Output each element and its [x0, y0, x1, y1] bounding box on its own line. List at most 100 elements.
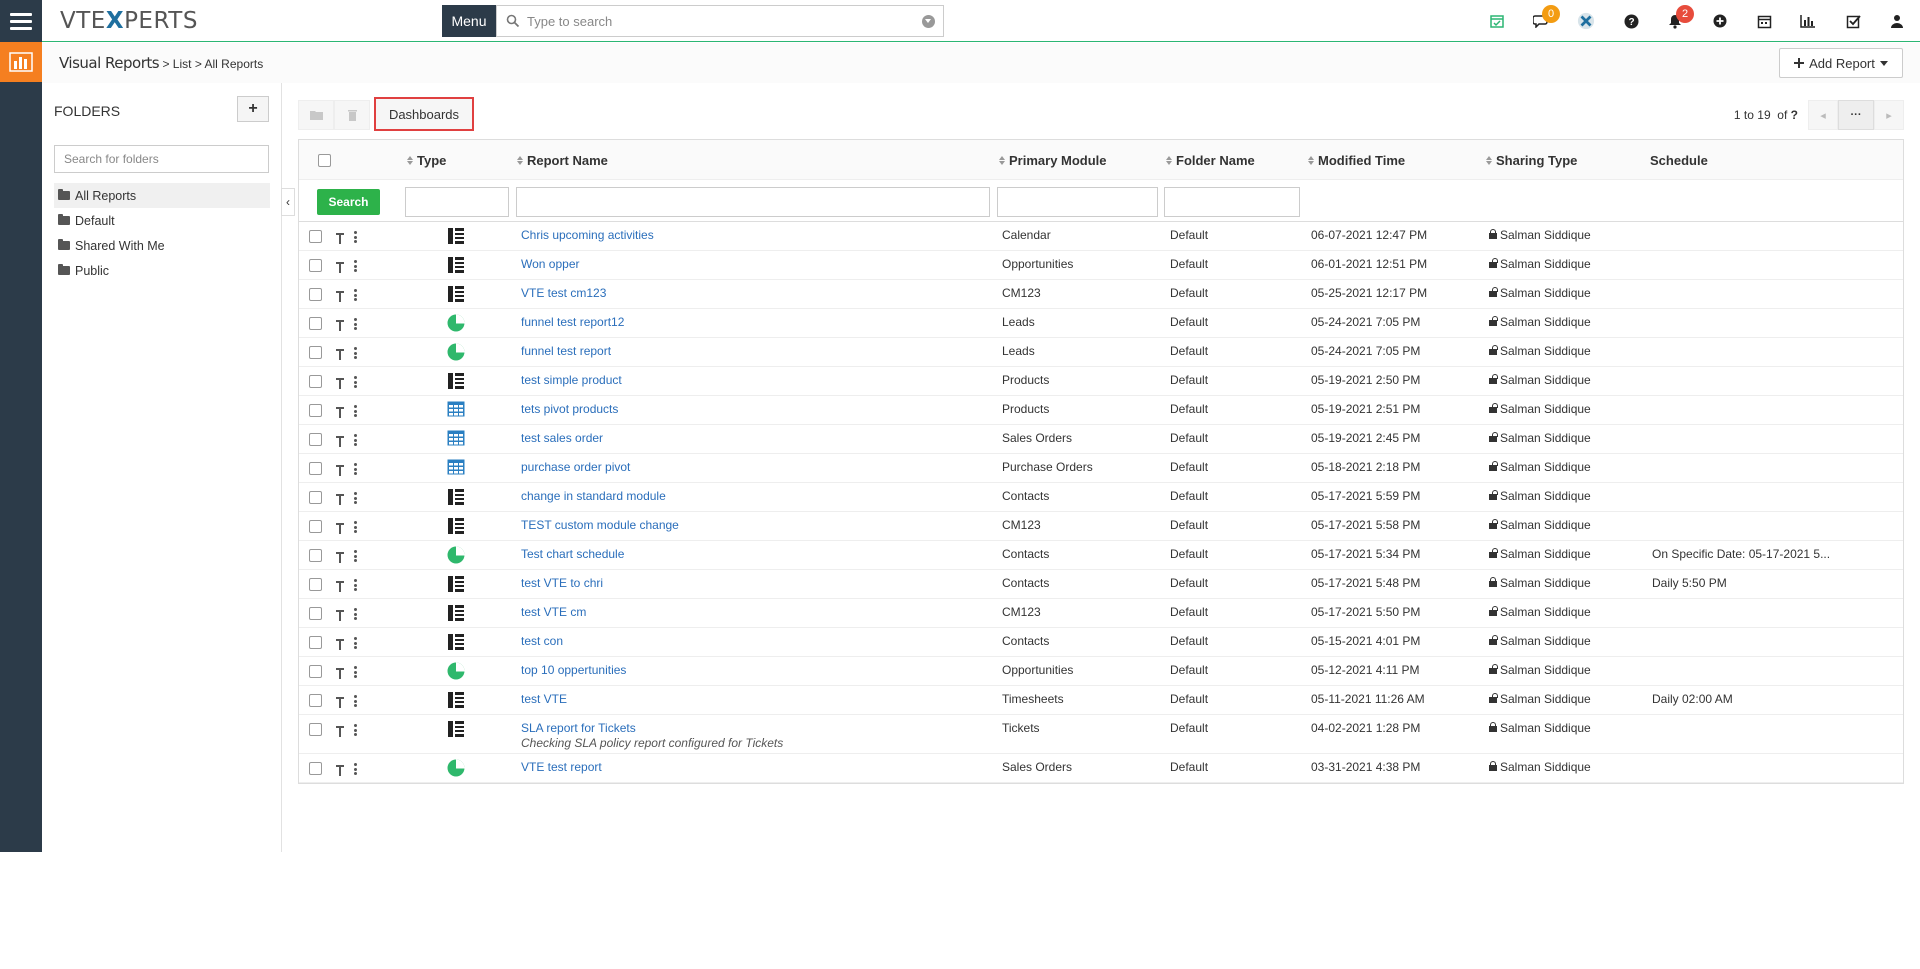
more-actions-icon[interactable]: [354, 608, 357, 620]
table-row[interactable]: test con Contacts Default 05-15-2021 4:01 P…: [299, 628, 1903, 657]
collapse-sidebar-chevron-left-icon[interactable]: ‹: [281, 188, 295, 216]
search-options-dropdown-icon[interactable]: [922, 15, 935, 28]
add-report-button[interactable]: Add Report: [1779, 48, 1903, 78]
report-name-link[interactable]: TEST custom module change: [521, 518, 679, 532]
report-name-link[interactable]: purchase order pivot: [521, 460, 630, 474]
user-profile-icon[interactable]: [1888, 12, 1906, 30]
primary-module-filter-input[interactable]: [997, 187, 1158, 217]
vtexperts-x-icon[interactable]: [1577, 12, 1595, 30]
row-checkbox[interactable]: [309, 549, 322, 562]
type-filter-input[interactable]: [405, 187, 509, 217]
notification-bell-icon[interactable]: 2: [1666, 5, 1694, 30]
table-row[interactable]: Test chart schedule Contacts Default 05-17-…: [299, 541, 1903, 570]
more-actions-icon[interactable]: [354, 550, 357, 562]
row-checkbox[interactable]: [309, 520, 322, 533]
table-row[interactable]: funnel test report Leads Default 05-24-2021…: [299, 338, 1903, 367]
report-name-link[interactable]: test VTE: [521, 692, 567, 706]
reports-chart-icon[interactable]: [1799, 12, 1817, 30]
table-row[interactable]: tets pivot products Products Default 05-19-…: [299, 396, 1903, 425]
report-name-cell[interactable]: change in standard module: [521, 489, 666, 503]
tasks-checkbox-icon[interactable]: [1844, 12, 1862, 30]
row-checkbox[interactable]: [309, 375, 322, 388]
report-name-cell[interactable]: funnel test report: [521, 344, 611, 358]
column-header-report-name[interactable]: Report Name: [517, 153, 608, 168]
report-name-link[interactable]: funnel test report12: [521, 315, 624, 329]
pin-icon[interactable]: [335, 405, 345, 419]
report-name-link[interactable]: VTE test cm123: [521, 286, 606, 300]
report-name-link[interactable]: test VTE cm: [521, 605, 586, 619]
row-checkbox[interactable]: [309, 578, 322, 591]
table-row[interactable]: purchase order pivot Purchase Orders Defau…: [299, 454, 1903, 483]
more-actions-icon[interactable]: [354, 318, 357, 330]
pin-icon[interactable]: [335, 318, 345, 332]
table-row[interactable]: top 10 oppertunities Opportunities Default…: [299, 657, 1903, 686]
report-name-cell[interactable]: TEST custom module change: [521, 518, 679, 532]
column-header-modified-time[interactable]: Modified Time: [1308, 153, 1405, 168]
report-name-link[interactable]: test sales order: [521, 431, 603, 445]
report-name-cell[interactable]: test con: [521, 634, 563, 648]
report-name-link[interactable]: test VTE to chri: [521, 576, 603, 590]
row-checkbox[interactable]: [309, 491, 322, 504]
report-name-link[interactable]: SLA report for Tickets: [521, 721, 636, 735]
report-name-filter-input[interactable]: [516, 187, 990, 217]
row-checkbox[interactable]: [309, 607, 322, 620]
more-actions-icon[interactable]: [354, 463, 357, 475]
table-row[interactable]: test sales order Sales Orders Default 05-19…: [299, 425, 1903, 454]
report-name-cell[interactable]: Test chart schedule: [521, 547, 624, 561]
pin-icon[interactable]: [335, 289, 345, 303]
more-actions-icon[interactable]: [354, 434, 357, 446]
quick-create-plus-icon[interactable]: [1711, 12, 1729, 30]
report-name-link[interactable]: change in standard module: [521, 489, 666, 503]
pin-icon[interactable]: [335, 260, 345, 274]
help-icon[interactable]: ?: [1622, 12, 1640, 30]
hamburger-menu-icon[interactable]: [0, 0, 42, 42]
column-header-sharing-type[interactable]: Sharing Type: [1486, 153, 1577, 168]
next-page-icon[interactable]: ▸: [1874, 100, 1904, 130]
page-jump-more-button[interactable]: ···: [1838, 100, 1874, 130]
report-name-link[interactable]: test simple product: [521, 373, 622, 387]
report-name-cell[interactable]: Chris upcoming activities: [521, 228, 654, 242]
calendar-icon[interactable]: [1755, 12, 1773, 30]
delete-trash-icon[interactable]: [334, 100, 370, 130]
table-row[interactable]: Chris upcoming activities Calendar Default…: [299, 222, 1903, 251]
move-folder-icon[interactable]: [298, 100, 334, 130]
more-actions-icon[interactable]: [354, 637, 357, 649]
breadcrumb-list[interactable]: List: [173, 57, 192, 71]
table-row[interactable]: funnel test report12 Leads Default 05-24-20…: [299, 309, 1903, 338]
column-header-type[interactable]: Type: [407, 153, 446, 168]
report-name-link[interactable]: test con: [521, 634, 563, 648]
folder-item-all-reports[interactable]: All Reports: [54, 183, 270, 208]
report-name-cell[interactable]: test simple product: [521, 373, 622, 387]
report-name-link[interactable]: Test chart schedule: [521, 547, 624, 561]
report-name-cell[interactable]: VTE test report: [521, 760, 602, 774]
pin-icon[interactable]: [335, 434, 345, 448]
add-folder-button[interactable]: +: [237, 96, 269, 122]
report-name-cell[interactable]: top 10 oppertunities: [521, 663, 626, 677]
more-actions-icon[interactable]: [354, 724, 357, 736]
pin-icon[interactable]: [335, 376, 345, 390]
row-checkbox[interactable]: [309, 259, 322, 272]
dashboards-button[interactable]: Dashboards: [374, 97, 474, 131]
report-name-cell[interactable]: SLA report for Tickets Checking SLA polic…: [521, 721, 783, 750]
row-checkbox[interactable]: [309, 462, 322, 475]
pin-icon[interactable]: [335, 724, 345, 738]
row-checkbox[interactable]: [309, 723, 322, 736]
row-checkbox[interactable]: [309, 317, 322, 330]
report-name-link[interactable]: VTE test report: [521, 760, 602, 774]
folder-name-filter-input[interactable]: [1164, 187, 1300, 217]
table-row[interactable]: test VTE cm CM123 Default 05-17-2021 5:50 P…: [299, 599, 1903, 628]
report-name-cell[interactable]: funnel test report12: [521, 315, 624, 329]
pin-icon[interactable]: [335, 695, 345, 709]
pin-icon[interactable]: [335, 550, 345, 564]
folder-search-input[interactable]: Search for folders: [54, 145, 269, 173]
pin-icon[interactable]: [335, 666, 345, 680]
table-row[interactable]: Won opper Opportunities Default 06-01-2021 …: [299, 251, 1903, 280]
more-actions-icon[interactable]: [354, 666, 357, 678]
chat-icon[interactable]: 0: [1532, 5, 1560, 30]
pin-icon[interactable]: [335, 763, 345, 777]
table-row[interactable]: VTE test cm123 CM123 Default 05-25-2021 12:…: [299, 280, 1903, 309]
more-actions-icon[interactable]: [354, 260, 357, 272]
table-row[interactable]: SLA report for Tickets Checking SLA polic…: [299, 715, 1903, 754]
pin-icon[interactable]: [335, 347, 345, 361]
report-name-cell[interactable]: purchase order pivot: [521, 460, 630, 474]
